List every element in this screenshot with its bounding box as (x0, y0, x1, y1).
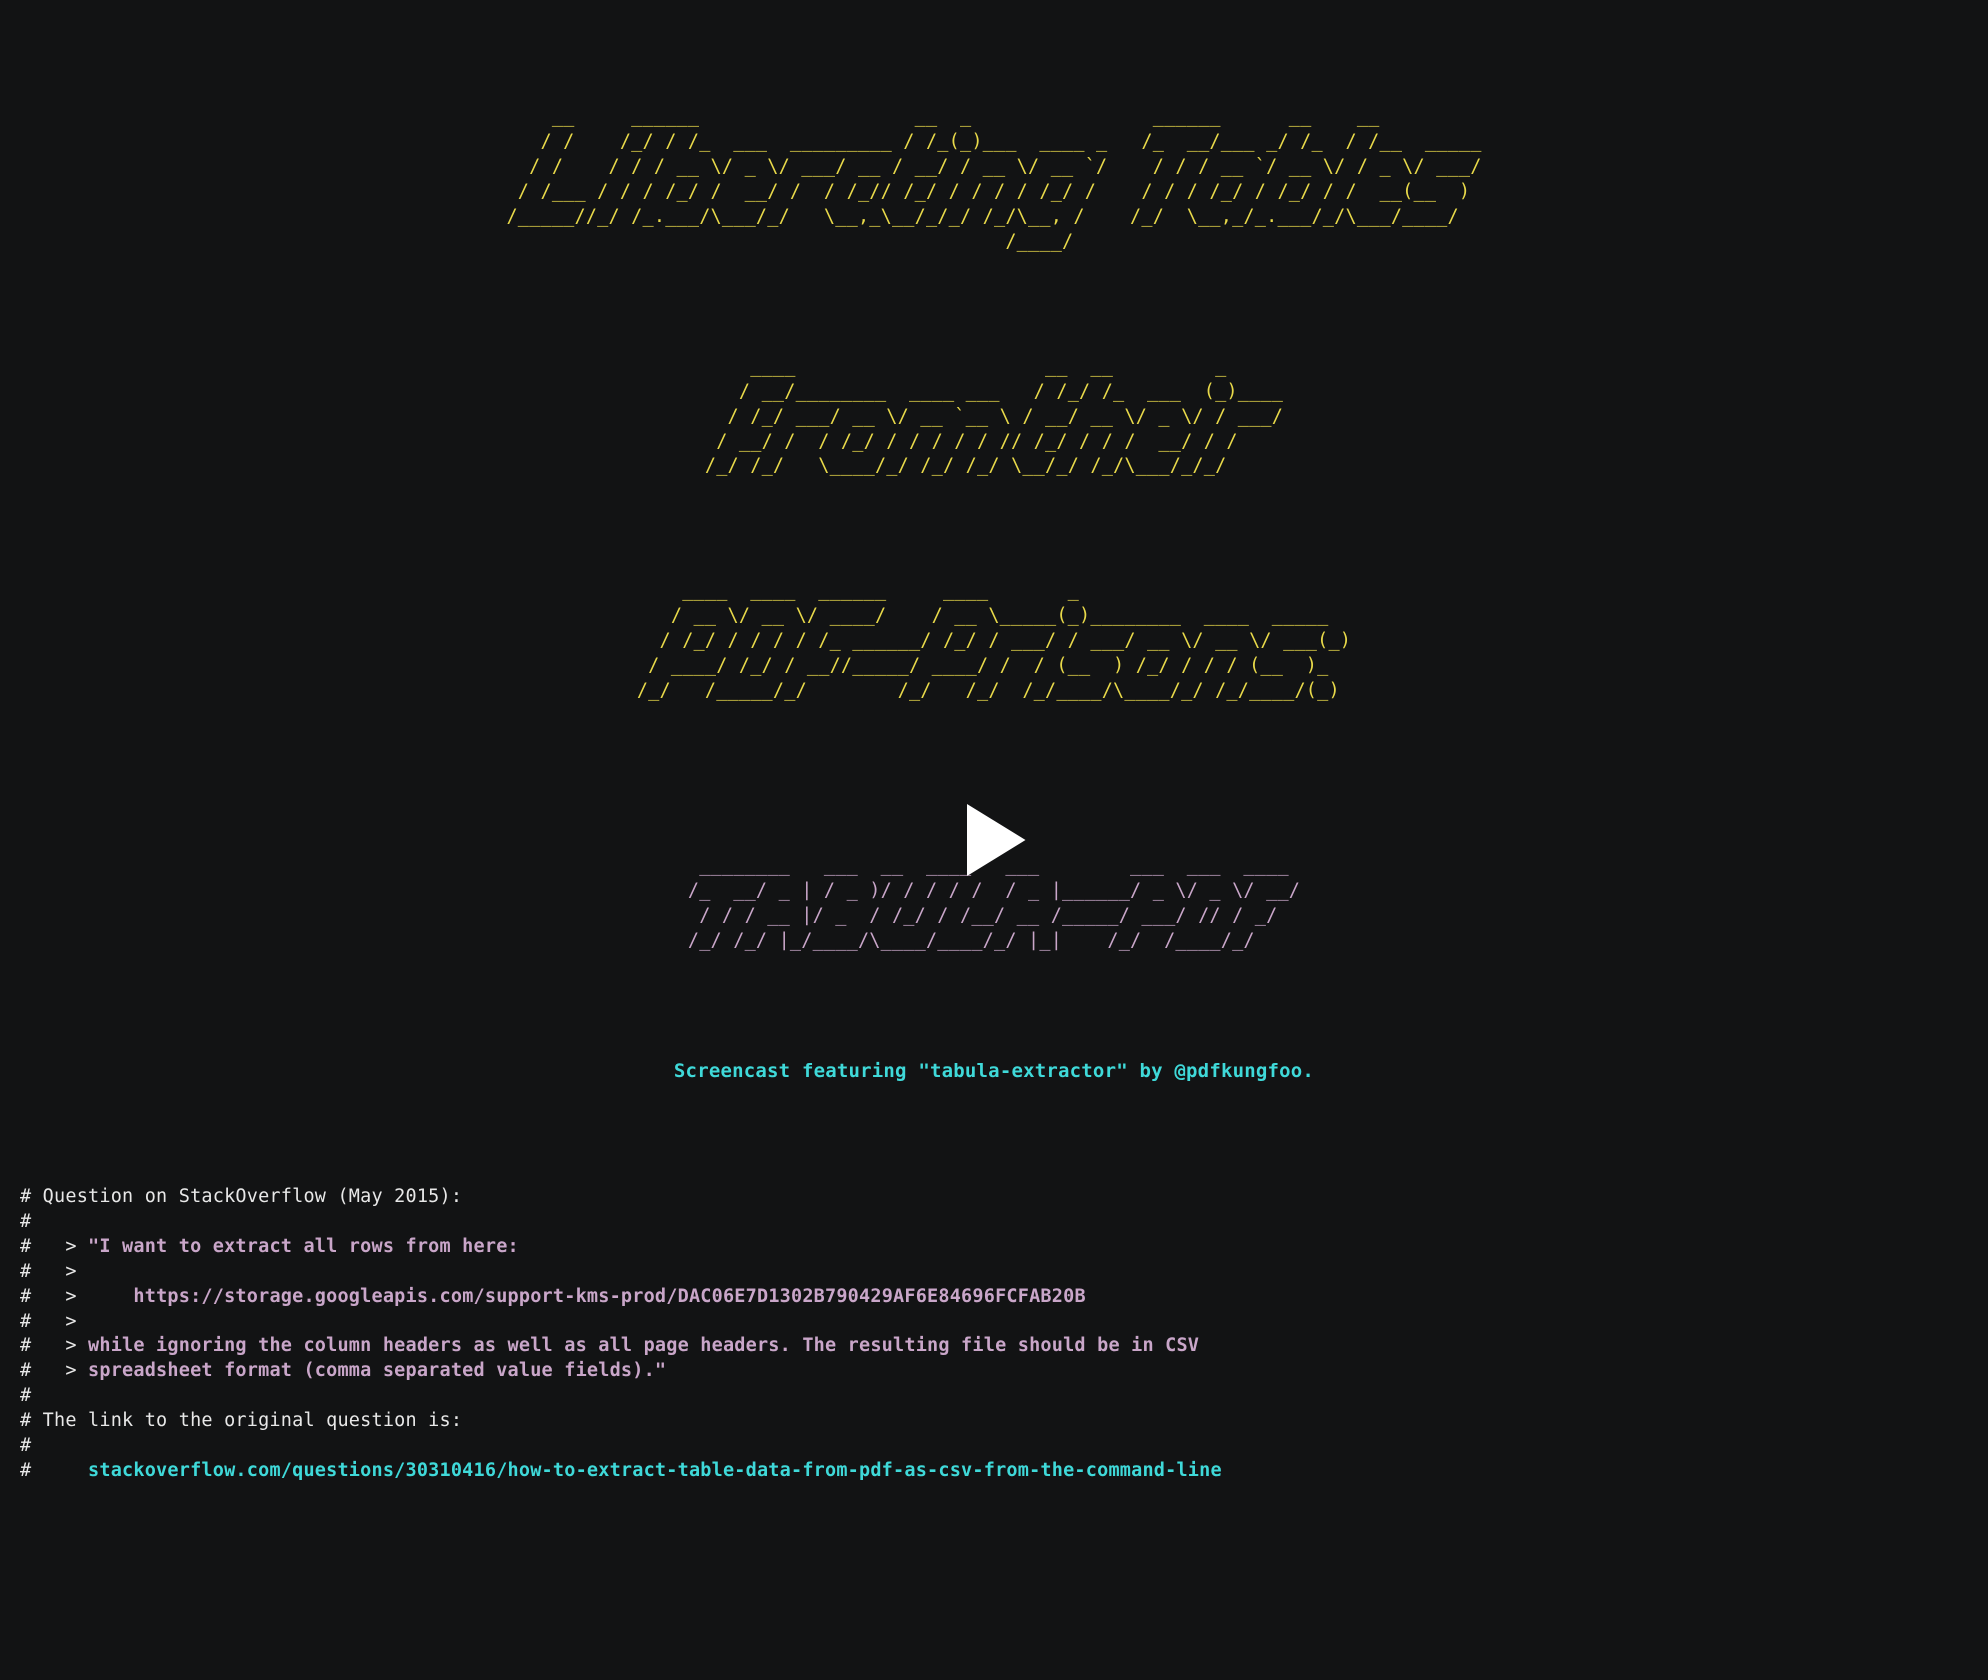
play-button[interactable] (949, 795, 1039, 885)
terminal-window: __ ______ __ _ ______ __ __ / / /_/ / /_… (0, 0, 1988, 1539)
screencast-caption: Screencast featuring "tabula-extractor" … (674, 1060, 1314, 1082)
hash-1: # (20, 1211, 31, 1232)
q-prefix-1: # > (20, 1236, 88, 1257)
ascii-title-block: __ ______ __ _ ______ __ __ / / /_/ / /_… (20, 80, 1968, 255)
caption-row: Screencast featuring "tabula-extractor" … (20, 1004, 1968, 1135)
heading-line: # Question on StackOverflow (May 2015): (20, 1186, 462, 1207)
ascii-liberating-tables: __ ______ __ _ ______ __ __ / / /_/ / /_… (506, 105, 1481, 255)
ascii-from-block: ____ __ __ _ / __/________ ____ ___ / /_… (20, 330, 1968, 480)
quote-line-2b: spreadsheet format (comma separated valu… (88, 1360, 666, 1381)
ascii-pdf-block: ____ ____ ______ ____ _ / __ \/ __ \/ __… (20, 554, 1968, 704)
quote-line-1: "I want to extract all rows from here: (88, 1236, 519, 1257)
stackoverflow-link[interactable]: stackoverflow.com/questions/30310416/how… (88, 1460, 1222, 1481)
google-storage-url: https://storage.googleapis.com/support-k… (133, 1286, 1085, 1307)
link-intro: # The link to the original question is: (20, 1410, 462, 1431)
q-prefix-2: # > (20, 1261, 88, 1282)
question-body: # Question on StackOverflow (May 2015): … (20, 1185, 1968, 1485)
quote-line-2a: while ignoring the column headers as wel… (88, 1335, 1199, 1356)
q-prefix-5: # > (20, 1360, 88, 1381)
ascii-from-their: ____ __ __ _ / __/________ ____ ___ / /_… (705, 355, 1283, 480)
q-prefix-4: # > (20, 1335, 88, 1356)
link-indent: # (20, 1460, 88, 1481)
q-prefix-3: # > (20, 1311, 88, 1332)
play-icon (949, 795, 1039, 885)
url-indent: # > (20, 1286, 133, 1307)
hash-3: # (20, 1435, 31, 1456)
ascii-pdf-prisons: ____ ____ ______ ____ _ / __ \/ __ \/ __… (637, 579, 1351, 704)
hash-2: # (20, 1385, 31, 1406)
